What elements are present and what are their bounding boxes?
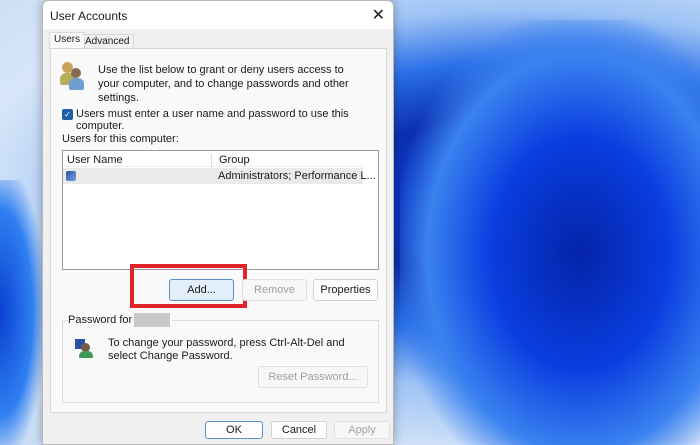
tab-panel-users: Use the list below to grant or deny user… [50,48,387,413]
require-login-label: Users must enter a user name and passwor… [76,108,349,132]
ok-button[interactable]: OK [205,421,263,439]
user-icon [66,171,76,181]
users-label: Users for this computer: [62,133,179,145]
password-group: Password for To change your password, pr… [62,313,379,403]
user-accounts-dialog: User Accounts ✕ Users Advanced Use the l… [42,0,394,445]
password-user-icon [75,339,93,358]
password-for-label: Password for [68,313,133,326]
column-header-group[interactable]: Group [219,154,250,166]
list-header: User Name Group [63,151,363,170]
dialog-title: User Accounts [50,9,128,23]
wallpaper-bloom [400,20,700,445]
tab-users[interactable]: Users [49,32,86,49]
table-row[interactable]: Administrators; Performance L... [63,168,376,184]
properties-button[interactable]: Properties [313,279,378,301]
add-button[interactable]: Add... [169,279,234,301]
group-cell: Administrators; Performance L... [218,170,376,182]
remove-button[interactable]: Remove [242,279,307,301]
close-icon[interactable]: ✕ [372,5,385,25]
title-bar: User Accounts ✕ [43,1,393,29]
apply-button[interactable]: Apply [334,421,390,439]
users-icon [60,62,86,90]
tab-advanced[interactable]: Advanced [81,34,135,49]
require-login-checkbox[interactable]: ✓ [62,109,73,120]
wallpaper-bloom-left [0,180,42,445]
password-info-text: To change your password, press Ctrl-Alt-… [108,337,345,362]
intro-text: Use the list below to grant or deny user… [98,64,349,104]
cancel-button[interactable]: Cancel [271,421,327,439]
reset-password-button[interactable]: Reset Password... [258,366,368,388]
redacted-username [134,313,171,327]
password-group-label: Password for [68,313,173,327]
users-list[interactable]: User Name Group Administrators; Performa… [62,150,379,270]
